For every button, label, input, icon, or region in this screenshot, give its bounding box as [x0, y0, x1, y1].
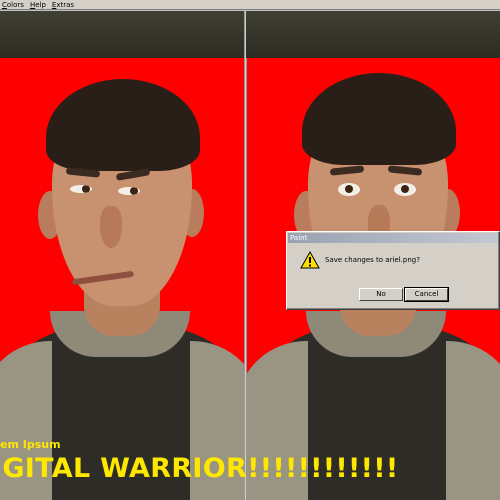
warning-icon: [300, 251, 320, 269]
dialog-message: Save changes to ariel.png?: [325, 256, 420, 264]
dialog-title[interactable]: Paint: [288, 233, 498, 243]
caption-small: em Ipsum: [0, 438, 61, 451]
cancel-button[interactable]: Cancel: [404, 287, 449, 302]
caption-big: IGITAL WARRIOR!!!!!!!!!!!!: [0, 453, 399, 484]
menu-help[interactable]: Help: [30, 0, 46, 9]
menu-colors[interactable]: Colors: [2, 0, 24, 9]
menu-extras[interactable]: Extras: [52, 0, 74, 9]
no-button[interactable]: No: [359, 288, 403, 301]
photo-left: [0, 11, 245, 500]
save-dialog: Paint Save changes to ariel.png? No Canc…: [286, 231, 500, 310]
menu-bar: Colors Help Extras: [0, 0, 500, 10]
